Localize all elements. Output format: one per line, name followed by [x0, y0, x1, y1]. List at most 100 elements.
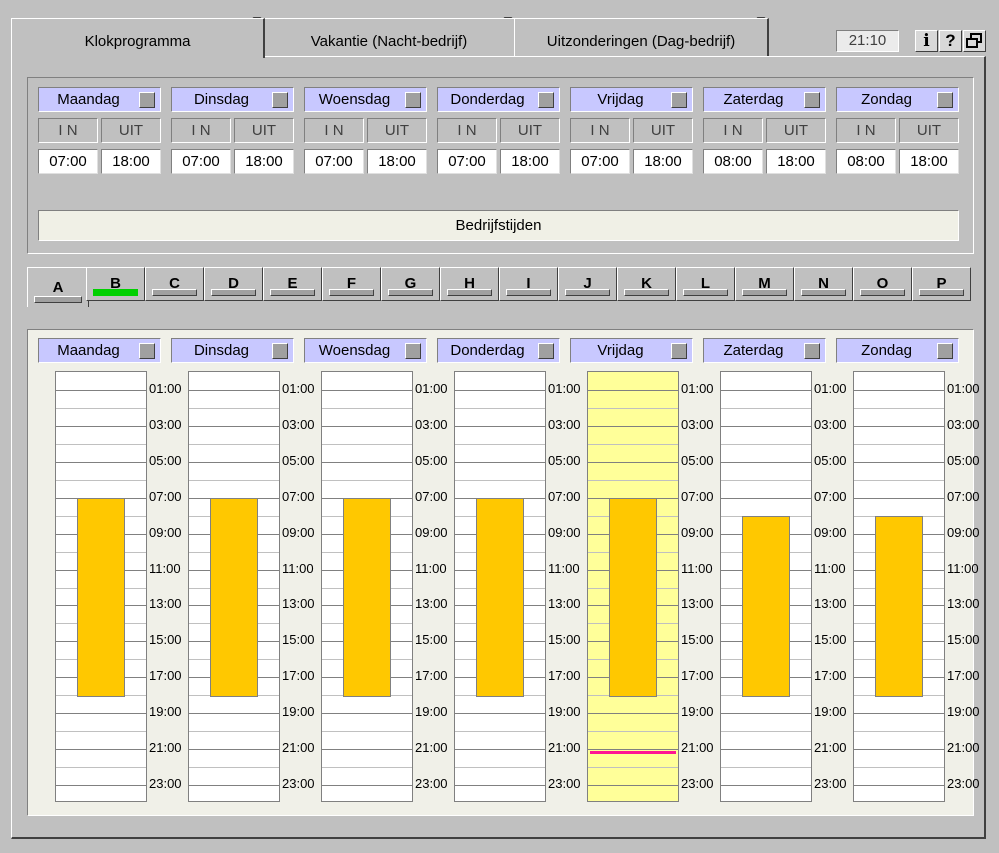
- active-period-bar[interactable]: [77, 497, 125, 698]
- day-timeline[interactable]: [321, 371, 413, 802]
- program-tab-j[interactable]: J: [558, 267, 617, 301]
- day-checkbox[interactable]: [538, 343, 554, 359]
- timeline-day-header-4[interactable]: Vrijdag: [570, 338, 693, 363]
- hour-gridline: [854, 713, 944, 715]
- in-time-field[interactable]: 07:00: [437, 149, 497, 174]
- day-timeline[interactable]: [188, 371, 280, 802]
- day-header-0[interactable]: Maandag: [38, 87, 161, 112]
- time-tick-label: 05:00: [282, 452, 315, 468]
- day-checkbox[interactable]: [405, 92, 421, 108]
- day-checkbox[interactable]: [937, 343, 953, 359]
- day-checkbox[interactable]: [671, 343, 687, 359]
- timeline-day-header-1[interactable]: Dinsdag: [171, 338, 294, 363]
- out-time-field[interactable]: 18:00: [899, 149, 959, 174]
- active-period-bar[interactable]: [742, 515, 790, 698]
- in-time-field[interactable]: 07:00: [38, 149, 98, 174]
- out-time-field[interactable]: 18:00: [633, 149, 693, 174]
- timeline-day-header-0[interactable]: Maandag: [38, 338, 161, 363]
- in-time-field[interactable]: 08:00: [836, 149, 896, 174]
- day-label: Dinsdag: [193, 91, 250, 108]
- program-tab-l[interactable]: L: [676, 267, 735, 301]
- help-icon[interactable]: ?: [939, 30, 962, 52]
- info-icon[interactable]: i: [915, 30, 938, 52]
- active-period-bar[interactable]: [343, 497, 391, 698]
- out-time-field[interactable]: 18:00: [367, 149, 427, 174]
- hour-gridline: [455, 749, 545, 751]
- program-tab-c[interactable]: C: [145, 267, 204, 301]
- day-timeline[interactable]: [853, 371, 945, 802]
- active-period-bar[interactable]: [609, 497, 657, 698]
- out-time-field[interactable]: 18:00: [234, 149, 294, 174]
- day-checkbox[interactable]: [272, 92, 288, 108]
- time-tick-label: 17:00: [681, 668, 714, 684]
- day-checkbox[interactable]: [272, 343, 288, 359]
- program-tab-a[interactable]: A: [27, 267, 89, 307]
- day-checkbox[interactable]: [937, 92, 953, 108]
- hour-gridline: [721, 443, 811, 445]
- hour-gridline: [721, 479, 811, 481]
- time-tick-label: 07:00: [947, 488, 980, 504]
- time-tick-label: 21:00: [282, 740, 315, 756]
- hour-gridline: [189, 713, 279, 715]
- tab-uitzonderingen[interactable]: Uitzonderingen (Dag-bedrijf): [514, 18, 769, 56]
- day-checkbox[interactable]: [804, 92, 820, 108]
- program-tab-k[interactable]: K: [617, 267, 676, 301]
- program-tab-e[interactable]: E: [263, 267, 322, 301]
- day-checkbox[interactable]: [139, 92, 155, 108]
- hour-gridline: [854, 497, 944, 499]
- program-tab-o[interactable]: O: [853, 267, 912, 301]
- window-restore-icon[interactable]: [963, 30, 986, 52]
- timeline-day-header-3[interactable]: Donderdag: [437, 338, 560, 363]
- day-header-1[interactable]: Dinsdag: [171, 87, 294, 112]
- active-period-bar[interactable]: [875, 515, 923, 698]
- program-tab-n[interactable]: N: [794, 267, 853, 301]
- day-header-6[interactable]: Zondag: [836, 87, 959, 112]
- out-time-field[interactable]: 18:00: [101, 149, 161, 174]
- timeline-day-header-6[interactable]: Zondag: [836, 338, 959, 363]
- in-time-field[interactable]: 07:00: [304, 149, 364, 174]
- active-period-bar[interactable]: [476, 497, 524, 698]
- active-period-bar[interactable]: [210, 497, 258, 698]
- day-timeline[interactable]: [55, 371, 147, 802]
- timeline-day-header-5[interactable]: Zaterdag: [703, 338, 826, 363]
- in-time-field[interactable]: 07:00: [570, 149, 630, 174]
- hour-gridline: [189, 479, 279, 481]
- program-tab-b[interactable]: B: [86, 267, 145, 301]
- program-tab-p[interactable]: P: [912, 267, 971, 301]
- program-tab-m[interactable]: M: [735, 267, 794, 301]
- day-timeline[interactable]: [587, 371, 679, 802]
- tab-vakantie[interactable]: Vakantie (Nacht-bedrijf): [263, 18, 516, 56]
- program-tab-h[interactable]: H: [440, 267, 499, 301]
- timeline-day-header-2[interactable]: Woensdag: [304, 338, 427, 363]
- out-time-field[interactable]: 18:00: [766, 149, 826, 174]
- time-tick-label: 11:00: [947, 560, 979, 576]
- program-tab-d[interactable]: D: [204, 267, 263, 301]
- day-checkbox[interactable]: [405, 343, 421, 359]
- day-checkbox[interactable]: [671, 92, 687, 108]
- bedrijfstijden-button[interactable]: Bedrijfstijden: [38, 210, 959, 241]
- day-header-5[interactable]: Zaterdag: [703, 87, 826, 112]
- time-tick-label: 19:00: [415, 704, 448, 720]
- day-checkbox[interactable]: [538, 92, 554, 108]
- in-time-field[interactable]: 08:00: [703, 149, 763, 174]
- day-header-4[interactable]: Vrijdag: [570, 87, 693, 112]
- program-tab-f[interactable]: F: [322, 267, 381, 301]
- program-tab-g[interactable]: G: [381, 267, 440, 301]
- program-tab-i[interactable]: I: [499, 267, 558, 301]
- hour-gridline: [854, 425, 944, 427]
- hour-gridline: [588, 425, 678, 427]
- tab-klokprogramma[interactable]: Klokprogramma: [11, 18, 265, 58]
- day-checkbox[interactable]: [804, 343, 820, 359]
- day-header-3[interactable]: Donderdag: [437, 87, 560, 112]
- out-time-field[interactable]: 18:00: [500, 149, 560, 174]
- in-time-field[interactable]: 07:00: [171, 149, 231, 174]
- day-header-2[interactable]: Woensdag: [304, 87, 427, 112]
- time-tick-label: 15:00: [282, 632, 315, 648]
- program-tab-label: A: [52, 279, 64, 296]
- time-tick-label: 01:00: [681, 380, 714, 396]
- day-timeline[interactable]: [454, 371, 546, 802]
- day-checkbox[interactable]: [139, 343, 155, 359]
- time-tick-label: 03:00: [149, 416, 182, 432]
- day-timeline[interactable]: [720, 371, 812, 802]
- time-tick-label: 13:00: [681, 596, 714, 612]
